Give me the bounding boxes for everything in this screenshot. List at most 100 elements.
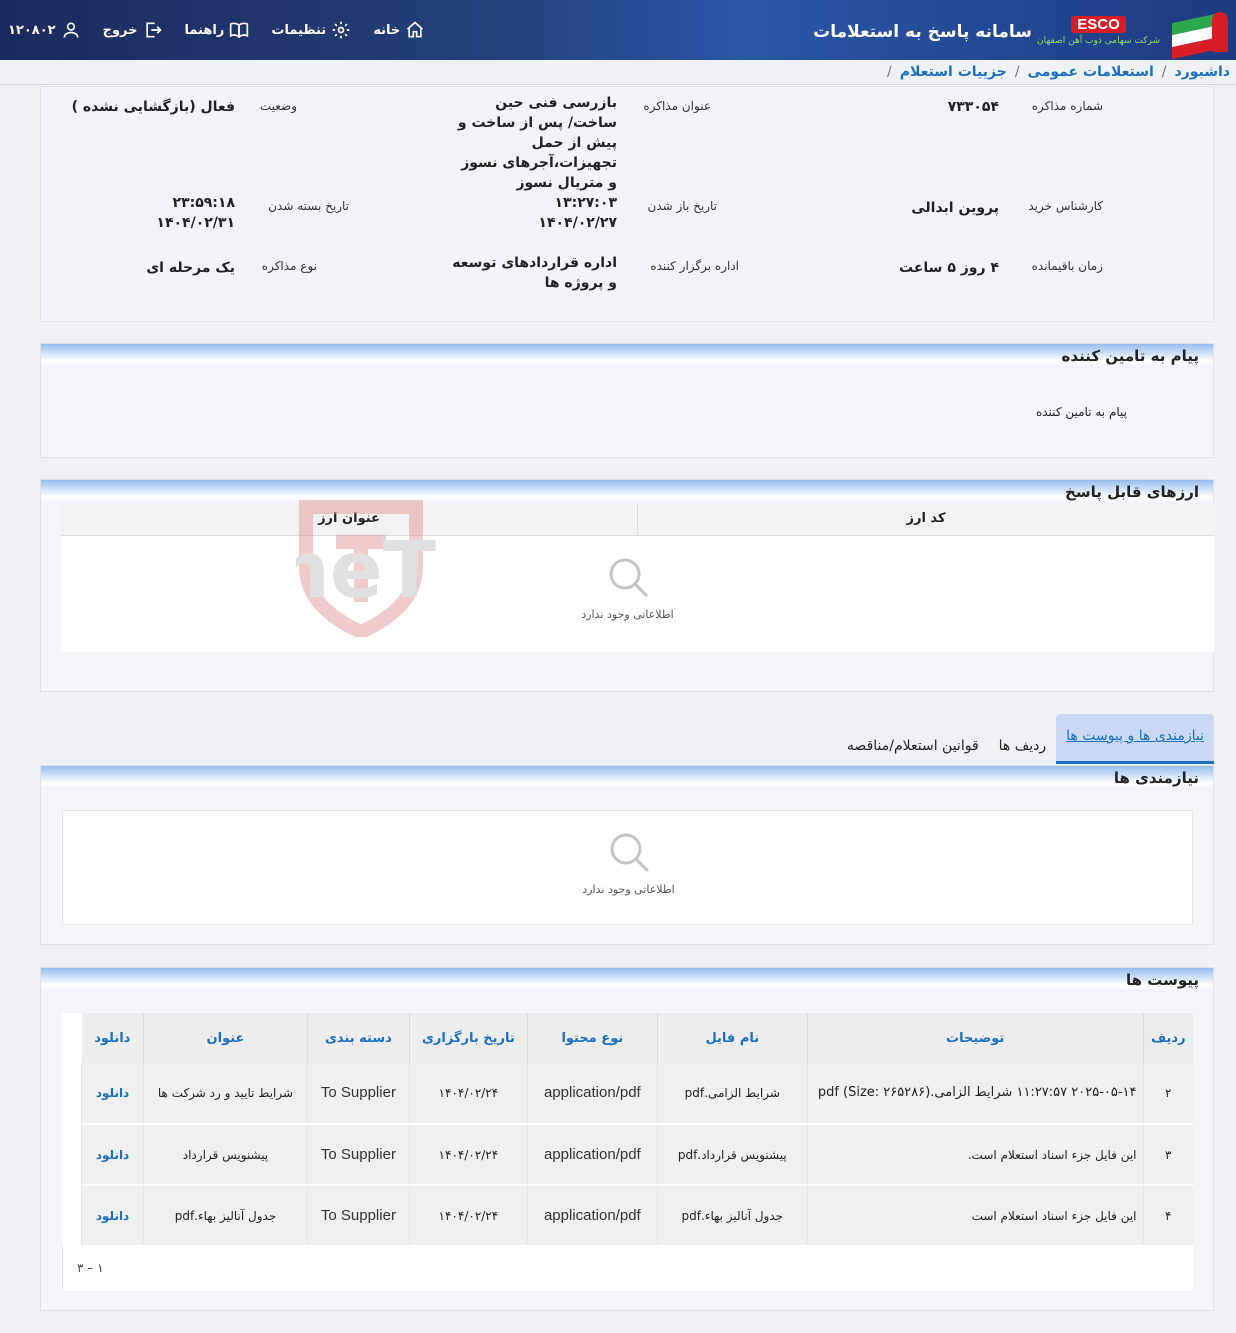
col-download[interactable]: دانلود <box>81 1013 144 1063</box>
scroll-gutter <box>62 1185 82 1246</box>
logout-icon <box>145 22 162 38</box>
brand-logo[interactable]: ESCO شرکت سهامی ذوب آهن اصفهان <box>1037 6 1228 60</box>
download-link[interactable]: دانلود <box>81 1063 144 1125</box>
cell-file-name: جدول آنالیز بهاء.pdf <box>656 1185 808 1247</box>
tab-rows[interactable]: ردیف ها <box>989 726 1056 764</box>
scroll-gutter <box>62 1124 82 1185</box>
cell-file-name: شرایط الزامی.pdf <box>656 1063 808 1125</box>
close-date-value: ۱۴۰۴/۰۲/۳۱ <box>156 215 235 231</box>
panel-header <box>41 480 1213 504</box>
supplier-message-panel: پیام به تامین کننده پیام به تامین کننده <box>40 343 1214 458</box>
scroll-gutter <box>62 1013 82 1063</box>
currencies-empty: اطلاعاتی وجود ندارد <box>61 554 1194 621</box>
breadcrumb-separator: / <box>1014 64 1020 80</box>
settings-button[interactable]: تنظیمات <box>271 20 351 40</box>
attachments-title: پیوست ها <box>1125 971 1199 989</box>
home-button[interactable]: خانه <box>373 20 425 40</box>
empty-message: اطلاعاتی وجود ندارد <box>581 608 674 621</box>
number-value: ۷۳۳۰۵۴ <box>947 99 999 115</box>
status-value: فعال (بازگشایی نشده ) <box>71 99 235 115</box>
status-label: وضعیت <box>259 99 297 113</box>
search-icon <box>609 558 648 598</box>
breadcrumb-dashboard[interactable]: داشبورد <box>1175 64 1231 80</box>
supplier-message-title: پیام به تامین کننده <box>1061 347 1199 365</box>
panel-header <box>41 968 1213 992</box>
remaining-label: زمان باقیمانده <box>1031 259 1103 273</box>
breadcrumb: داشبورد / استعلامات عمومی / جزییات استعل… <box>887 61 1236 83</box>
brand-subtitle: شرکت سهامی ذوب آهن اصفهان <box>1037 36 1160 46</box>
remaining-value: ۴ روز ۵ ساعت <box>899 260 999 276</box>
pager-row: ۱ – ۳ <box>62 1246 1193 1291</box>
cell-upload-date: ۱۴۰۴/۰۲/۲۴ <box>408 1063 528 1125</box>
currency-code-header[interactable]: کد ارز <box>637 504 1214 535</box>
needs-title: نیازمندی ها <box>1113 769 1199 787</box>
close-date-label: تاریخ بسته شدن <box>268 199 349 213</box>
top-nav: ۱۲۰۸۰۲ خروج راهنما تنظیمات خانه <box>8 0 425 60</box>
close-time-value: ۲۳:۵۹:۱۸ <box>172 195 235 211</box>
user-icon <box>63 22 79 38</box>
download-link[interactable]: دانلود <box>81 1185 144 1247</box>
tab-rules[interactable]: قوانین استعلام/مناقصه <box>837 726 989 764</box>
tab-needs-attachments[interactable]: نیازمندی ها و پیوست ها <box>1056 714 1214 764</box>
currencies-title: ارزهای قابل پاسخ <box>1065 483 1199 501</box>
buyer-label: کارشناس خرید <box>1028 199 1103 213</box>
table-header-row: ردیف توضیحات نام فایل نوع محتوا تاریخ با… <box>62 1013 1193 1063</box>
col-file-name[interactable]: نام فایل <box>656 1013 808 1063</box>
breadcrumb-inquiry-details[interactable]: جزییات استعلام <box>900 64 1007 80</box>
col-title[interactable]: عنوان <box>143 1013 308 1063</box>
org-label: اداره برگزار کننده <box>650 259 739 273</box>
user-menu[interactable]: ۱۲۰۸۰۲ <box>8 20 81 40</box>
scroll-gutter <box>62 1063 82 1124</box>
title-value: بازرسی فنی حین ساخت/ پس از ساخت و پیش از… <box>457 95 617 191</box>
title-label: عنوان مذاکره <box>643 99 711 113</box>
open-time-value: ۱۳:۲۷:۰۳ <box>554 195 617 211</box>
logout-button[interactable]: خروج <box>103 20 163 40</box>
download-link[interactable]: دانلود <box>81 1124 144 1186</box>
breadcrumb-separator: / <box>887 64 892 80</box>
top-header: ESCO شرکت سهامی ذوب آهن اصفهان سامانه پا… <box>0 0 1236 60</box>
breadcrumb-public-inquiries[interactable]: استعلامات عمومی <box>1028 64 1154 80</box>
attachments-table: ردیف توضیحات نام فایل نوع محتوا تاریخ با… <box>62 1013 1193 1291</box>
supplier-message-label: پیام به تامین کننده <box>1036 405 1127 419</box>
guide-button[interactable]: راهنما <box>185 20 250 40</box>
cell-category: To Supplier <box>306 1063 410 1125</box>
panel-header <box>41 344 1213 368</box>
guide-label: راهنما <box>184 22 225 38</box>
cell-category: To Supplier <box>306 1124 410 1186</box>
pager-range: ۱ – ۳ <box>62 1246 1193 1291</box>
buyer-value: پروین ابدالی <box>911 200 999 216</box>
cell-title: شرایط تایید و رد شرکت ها <box>143 1063 308 1125</box>
col-category[interactable]: دسته بندی <box>306 1013 410 1063</box>
currencies-table-header: کد ارز عنوان ارز <box>61 504 1214 536</box>
needs-panel: نیازمندی ها اطلاعاتی وجود ندارد <box>40 765 1214 945</box>
app-title: سامانه پاسخ به استعلامات <box>813 22 1032 42</box>
table-row: ۴ این فایل جزء اسناد استعلام است جدول آن… <box>62 1185 1193 1247</box>
col-row[interactable]: ردیف <box>1142 1013 1193 1063</box>
cell-description: این فایل جزء اسناد استعلام است. <box>806 1124 1144 1186</box>
cell-title: پیشنویس قرارداد <box>143 1124 308 1186</box>
cell-title: جدول آنالیز بهاء.pdf <box>143 1185 308 1247</box>
type-value: یک مرحله ای <box>146 260 235 276</box>
book-icon <box>230 22 249 39</box>
cell-category: To Supplier <box>306 1185 410 1247</box>
currency-title-header[interactable]: عنوان ارز <box>61 504 637 535</box>
user-id: ۱۲۰۸۰۲ <box>8 22 56 38</box>
col-content-type[interactable]: نوع محتوا <box>526 1013 658 1063</box>
cell-upload-date: ۱۴۰۴/۰۲/۲۴ <box>408 1185 528 1247</box>
needs-empty: اطلاعاتی وجود ندارد <box>63 829 1194 896</box>
cell-content-type: application/pdf <box>526 1124 658 1186</box>
type-label: نوع مذاکره <box>261 259 317 273</box>
cell-file-name: پیشنویس قرارداد.pdf <box>656 1124 808 1186</box>
col-upload-date[interactable]: تاریخ بارگزاری <box>408 1013 528 1063</box>
cell-upload-date: ۱۴۰۴/۰۲/۲۴ <box>408 1124 528 1186</box>
col-description[interactable]: توضیحات <box>806 1013 1144 1063</box>
settings-label: تنظیمات <box>271 22 327 38</box>
cell-content-type: application/pdf <box>526 1185 658 1247</box>
flag-logo-icon <box>1170 6 1228 60</box>
open-date-label: تاریخ باز شدن <box>647 199 717 213</box>
inquiry-info-panel: شماره مذاکره ۷۳۳۰۵۴ عنوان مذاکره بازرسی … <box>40 86 1214 322</box>
org-value: اداره قراردادهای توسعه و پروژه ها <box>452 255 617 291</box>
panel-header <box>41 766 1213 790</box>
detail-tabs: نیازمندی ها و پیوست ها ردیف ها قوانین اس… <box>837 714 1214 764</box>
cell-row: ۳ <box>1142 1124 1193 1186</box>
